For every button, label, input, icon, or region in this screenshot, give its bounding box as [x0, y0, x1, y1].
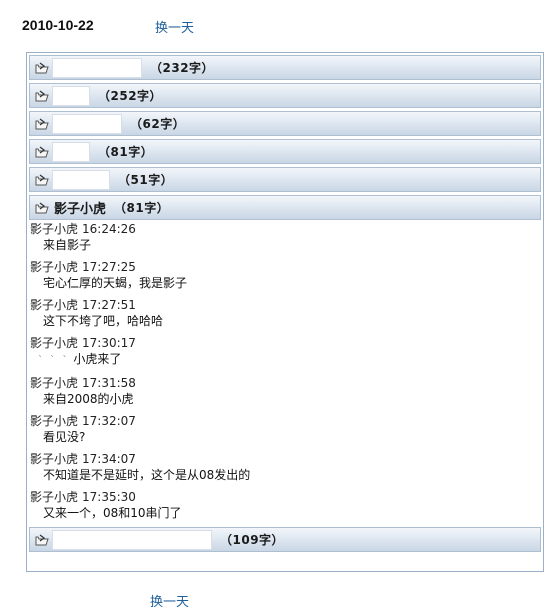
chat-message: 影子小虎 17:32:07 看见没?	[30, 413, 543, 445]
message-header: 影子小虎 17:31:58	[30, 375, 543, 391]
char-count: （51字）	[118, 173, 174, 187]
message-text: 宅心仁厚的天蝎，我是影子	[43, 276, 188, 290]
chat-message: 影子小虎 16:24:26 来自影子	[30, 221, 543, 253]
message-sender: 影子小虎	[30, 414, 79, 428]
message-sender: 影子小虎	[30, 222, 79, 236]
change-day-link-top[interactable]: 换一天	[155, 17, 194, 36]
folder-arrow-icon	[34, 533, 50, 546]
message-time: 17:32:07	[82, 414, 136, 428]
message-text: 小虎来了	[73, 352, 122, 366]
folder-arrow-icon	[34, 201, 50, 214]
redacted-prefix: ` ` `	[38, 355, 70, 366]
chat-message: 影子小虎 17:34:07 不知道是不是延时，这个是从08发出的	[30, 451, 543, 483]
char-count: （252字）	[98, 89, 163, 103]
folder-arrow-icon	[34, 173, 50, 186]
redacted-name-box	[52, 141, 90, 162]
message-body: 不知道是不是延时，这个是从08发出的	[30, 467, 543, 483]
open-bar-count: （81字）	[114, 201, 170, 215]
message-body: 这下不垮了吧，哈哈哈	[30, 313, 543, 329]
char-count: （81字）	[98, 145, 154, 159]
conversation-bar-collapsed[interactable]: （109字）	[29, 527, 541, 552]
message-header: 影子小虎 16:24:26	[30, 221, 543, 237]
char-count: （232字）	[150, 61, 215, 75]
chat-message: 影子小虎 17:30:17 ` ` ` 小虎来了	[30, 335, 543, 369]
conversation-bar-open[interactable]: 影子小虎 （81字）	[29, 195, 541, 220]
message-body: 宅心仁厚的天蝎，我是影子	[30, 275, 543, 291]
folder-arrow-icon	[34, 117, 50, 130]
date-label: 2010-10-22	[22, 17, 94, 33]
message-time: 17:31:58	[82, 376, 136, 390]
folder-arrow-icon	[34, 61, 50, 74]
message-header: 影子小虎 17:27:51	[30, 297, 543, 313]
message-sender: 影子小虎	[30, 376, 79, 390]
message-list: 影子小虎 16:24:26 来自影子 影子小虎 17:27:25 宅心仁厚的天蝎，我是影子…	[27, 220, 543, 521]
char-count: （62字）	[130, 117, 186, 131]
message-time: 17:35:30	[82, 490, 136, 504]
message-text: 不知道是不是延时，这个是从08发出的	[43, 468, 251, 482]
char-count: （109字）	[220, 533, 285, 547]
message-sender: 影子小虎	[30, 490, 79, 504]
message-sender: 影子小虎	[30, 260, 79, 274]
message-text: 来自2008的小虎	[43, 392, 134, 406]
message-time: 17:30:17	[82, 336, 136, 350]
message-body: ` ` ` 小虎来了	[30, 351, 543, 369]
conversation-bar-collapsed[interactable]: （252字）	[29, 83, 541, 108]
message-text: 看见没?	[43, 430, 86, 444]
conversation-bar-collapsed[interactable]: （232字）	[29, 55, 541, 80]
chat-message: 影子小虎 17:35:30 又来一个，08和10串门了	[30, 489, 543, 521]
message-header: 影子小虎 17:27:25	[30, 259, 543, 275]
redacted-name-box	[52, 113, 122, 134]
open-bar-name: 影子小虎	[54, 202, 107, 217]
folder-arrow-icon	[34, 145, 50, 158]
message-header: 影子小虎 17:35:30	[30, 489, 543, 505]
message-sender: 影子小虎	[30, 336, 79, 350]
message-time: 16:24:26	[82, 222, 136, 236]
redacted-name-box	[52, 529, 212, 550]
redacted-name-box	[52, 85, 90, 106]
message-body: 来自影子	[30, 237, 543, 253]
message-time: 17:34:07	[82, 452, 136, 466]
message-text: 这下不垮了吧，哈哈哈	[43, 314, 164, 328]
message-header: 影子小虎 17:34:07	[30, 451, 543, 467]
redacted-name-box	[52, 169, 110, 190]
conversation-bar-collapsed[interactable]: （81字）	[29, 139, 541, 164]
conversation-bar-collapsed[interactable]: （51字）	[29, 167, 541, 192]
message-body: 看见没?	[30, 429, 543, 445]
message-body: 又来一个，08和10串门了	[30, 505, 543, 521]
message-time: 17:27:51	[82, 298, 136, 312]
message-sender: 影子小虎	[30, 452, 79, 466]
message-header: 影子小虎 17:30:17	[30, 335, 543, 351]
redacted-name-box	[52, 57, 142, 78]
chat-message: 影子小虎 17:31:58 来自2008的小虎	[30, 375, 543, 407]
message-time: 17:27:25	[82, 260, 136, 274]
message-sender: 影子小虎	[30, 298, 79, 312]
message-text: 又来一个，08和10串门了	[43, 506, 182, 520]
message-header: 影子小虎 17:32:07	[30, 413, 543, 429]
message-text: 来自影子	[43, 238, 92, 252]
conversation-bar-collapsed[interactable]: （62字）	[29, 111, 541, 136]
message-body: 来自2008的小虎	[30, 391, 543, 407]
chat-message: 影子小虎 17:27:25 宅心仁厚的天蝎，我是影子	[30, 259, 543, 291]
chat-log-panel: （232字） （252字） （62字） （81字） （51字） 影子小虎 （81字） 影…	[26, 52, 544, 572]
chat-message: 影子小虎 17:27:51 这下不垮了吧，哈哈哈	[30, 297, 543, 329]
folder-arrow-icon	[34, 89, 50, 102]
change-day-link-bottom[interactable]: 换一天	[150, 591, 189, 610]
